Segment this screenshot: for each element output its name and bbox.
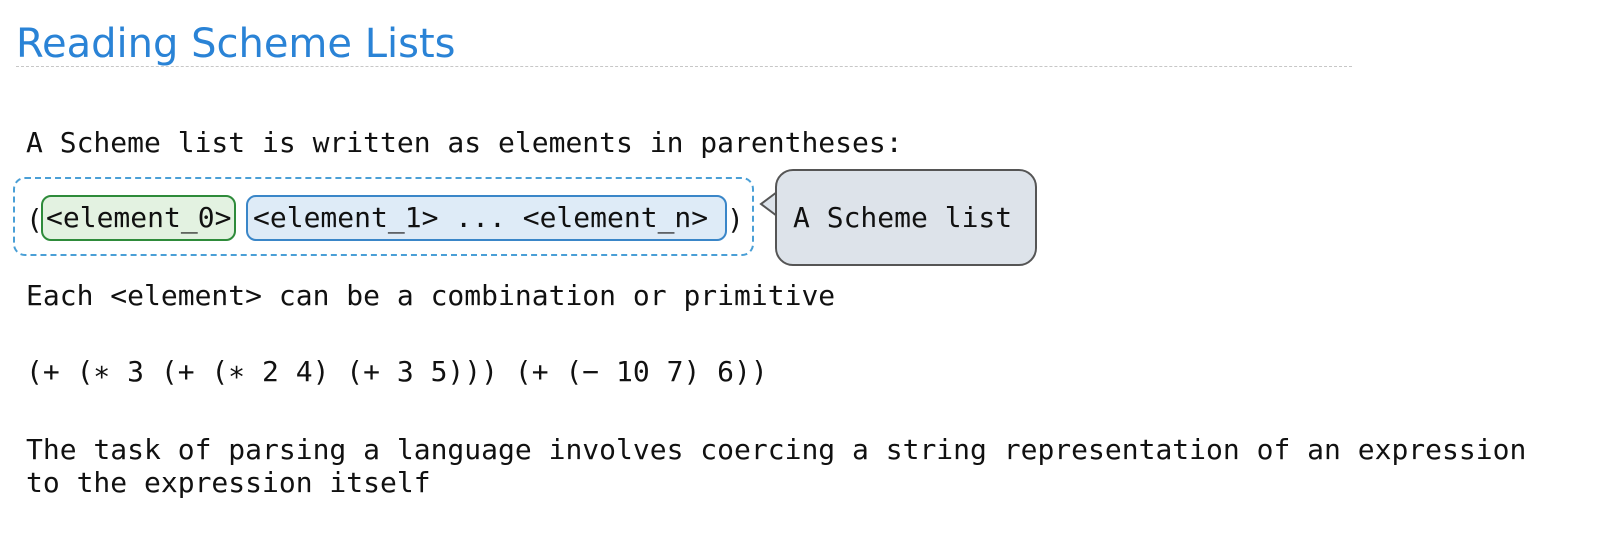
task-text-line-1: The task of parsing a language involves … <box>26 433 1527 466</box>
slide-title: Reading Scheme Lists <box>16 21 456 67</box>
close-paren: ) <box>727 203 744 236</box>
scheme-list-callout: A Scheme list <box>775 169 1037 266</box>
first-element-box: <element_0> <box>41 195 236 241</box>
example-expression: (+ (∗ 3 (+ (∗ 2 4) (+ 3 5))) (+ (− 10 7)… <box>26 355 768 388</box>
task-text-line-2: to the expression itself <box>26 466 431 499</box>
intro-text: A Scheme list is written as elements in … <box>26 126 903 159</box>
title-divider <box>16 66 1352 67</box>
element-note: Each <element> can be a combination or p… <box>26 279 836 312</box>
rest-elements-box: <element_1> ... <element_n> <box>246 195 727 241</box>
